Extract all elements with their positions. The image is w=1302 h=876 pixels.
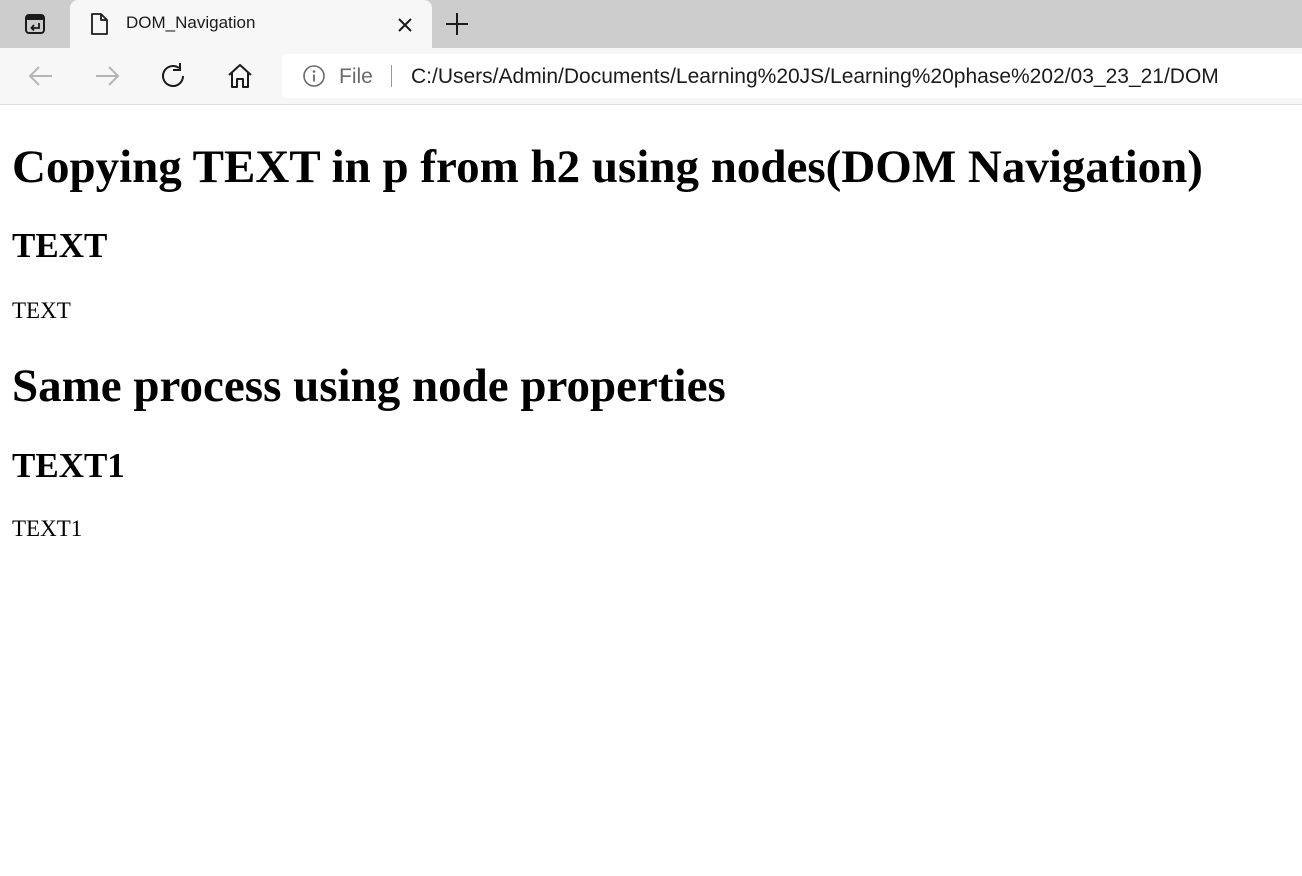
back-arrow-icon[interactable] [26,61,56,91]
refresh-icon[interactable] [159,61,189,91]
address-separator [391,65,392,87]
page-heading-nodes: Copying TEXT in p from h2 using nodes(DO… [12,141,1203,193]
tab-title: DOM_Navigation [126,13,256,32]
page-heading-properties: Same process using node properties [12,360,726,412]
close-icon[interactable] [394,14,416,36]
paragraph-text: TEXT [12,298,71,323]
tab-actions-button[interactable] [0,0,70,48]
scheme-label: File [339,65,373,88]
info-icon[interactable] [302,64,326,88]
paragraph-text1: TEXT1 [12,516,83,541]
heading-text: TEXT [12,226,108,265]
heading-text1: TEXT1 [12,446,125,485]
page-icon [91,13,108,35]
plus-icon[interactable] [442,10,472,38]
active-tab[interactable]: DOM_Navigation [70,0,432,48]
address-bar[interactable]: File C:/Users/Admin/Documents/Learning%2… [282,54,1302,98]
url-text[interactable]: C:/Users/Admin/Documents/Learning%20JS/L… [411,65,1219,89]
home-icon[interactable] [225,61,255,91]
tab-strip: DOM_Navigation [0,0,1302,48]
page-content: Copying TEXT in p from h2 using nodes(DO… [0,106,1302,876]
forward-arrow-icon[interactable] [92,61,122,91]
tab-actions-icon [25,14,45,34]
browser-toolbar: File C:/Users/Admin/Documents/Learning%2… [0,48,1302,105]
